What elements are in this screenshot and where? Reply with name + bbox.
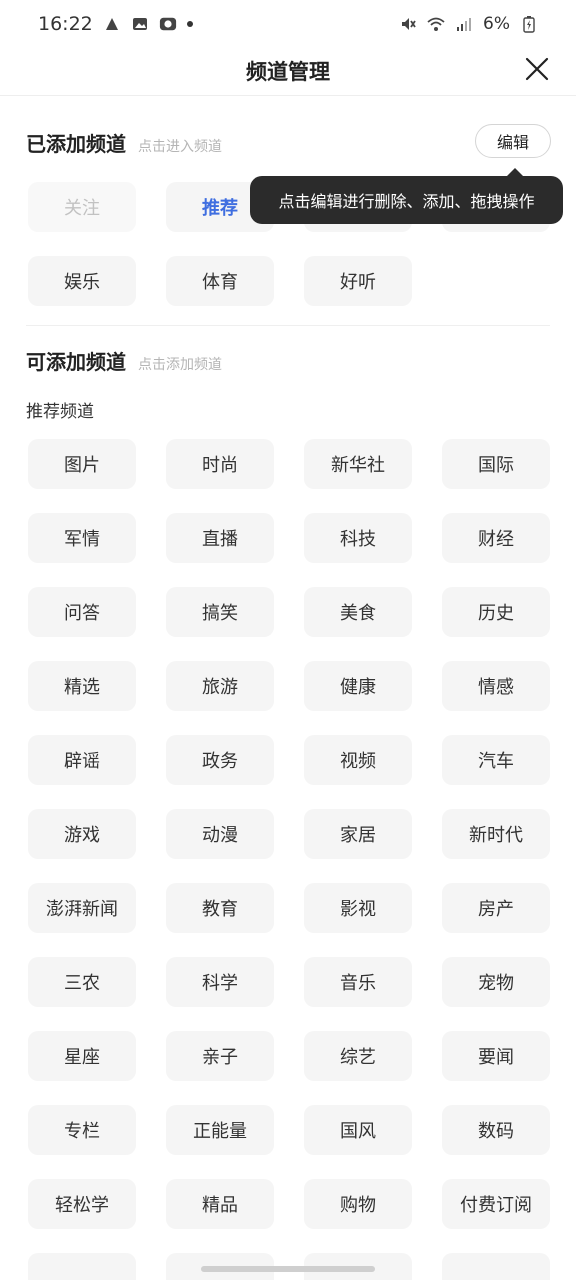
channel-chip[interactable]: 新华社 [304,439,412,489]
channel-chip[interactable]: 国际 [442,439,550,489]
channel-chip[interactable]: 要闻 [442,1031,550,1081]
edit-button[interactable]: 编辑 [475,124,551,158]
channel-chip[interactable]: 问答 [28,587,136,637]
channel-chip[interactable]: 综艺 [304,1031,412,1081]
channel-chip[interactable]: 政务 [166,735,274,785]
available-channels-hint: 点击添加频道 [138,357,222,373]
channel-chip[interactable]: 影视 [304,883,412,933]
added-channels-hint: 点击进入频道 [138,139,222,155]
channel-chip[interactable]: 数码 [442,1105,550,1155]
channel-chip[interactable]: 科技 [304,513,412,563]
close-icon [525,57,549,81]
channel-chip[interactable] [28,1253,136,1280]
header: 频道管理 [0,48,576,96]
channel-chip[interactable]: 音乐 [304,957,412,1007]
channel-chip[interactable]: 动漫 [166,809,274,859]
channel-chip[interactable]: 体育 [166,256,274,306]
channel-chip[interactable]: 付费订阅 [442,1179,550,1229]
channel-chip[interactable]: 辟谣 [28,735,136,785]
channel-chip[interactable]: 情感 [442,661,550,711]
channel-chip[interactable]: 教育 [166,883,274,933]
channel-chip[interactable]: 汽车 [442,735,550,785]
channel-chip[interactable]: 游戏 [28,809,136,859]
channel-chip[interactable] [442,1253,550,1280]
channel-chip[interactable]: 直播 [166,513,274,563]
available-channels-heading: 可添加频道 点击添加频道 [26,346,222,375]
channel-chip[interactable]: 宠物 [442,957,550,1007]
channel-chip[interactable]: 财经 [442,513,550,563]
notification-app-icon [105,18,118,30]
channel-chip[interactable]: 正能量 [166,1105,274,1155]
channel-chip[interactable]: 房产 [442,883,550,933]
channel-management-page: 16:22 6% 频道管理 已添加频道 点击进入频道 编辑 关注 推荐 娱乐 体… [0,0,576,1280]
status-bar: 16:22 6% [0,0,576,48]
page-title: 频道管理 [246,60,330,84]
available-channels-title: 可添加频道 [26,350,126,374]
channel-chip[interactable]: 搞笑 [166,587,274,637]
channel-chip[interactable]: 图片 [28,439,136,489]
channel-chip[interactable]: 历史 [442,587,550,637]
channel-chip[interactable]: 购物 [304,1179,412,1229]
channel-chip[interactable]: 专栏 [28,1105,136,1155]
channel-chip[interactable]: 澎湃新闻 [28,883,136,933]
channel-chip[interactable]: 健康 [304,661,412,711]
close-button[interactable] [522,54,552,84]
section-divider [26,325,550,326]
sina-app-icon [159,17,176,31]
channel-chip-follow: 关注 [28,182,136,232]
channel-chip[interactable]: 国风 [304,1105,412,1155]
channel-chip[interactable]: 新时代 [442,809,550,859]
channel-chip[interactable]: 视频 [304,735,412,785]
channel-chip[interactable]: 旅游 [166,661,274,711]
recommended-channels-subtitle: 推荐频道 [26,402,94,422]
channel-chip[interactable]: 军情 [28,513,136,563]
channel-chip[interactable]: 星座 [28,1031,136,1081]
recommended-channels-grid: 图片 时尚 新华社 国际军情 直播 科技 财经问答 搞笑 美食 历史精选 旅游 健康 情感辟谣 政务 视频汽… [28,439,550,1280]
status-time: 16:22 [38,13,93,35]
battery-charging-icon [523,16,535,33]
channel-chip[interactable]: 精选 [28,661,136,711]
gallery-icon [132,18,147,30]
channel-chip[interactable]: 亲子 [166,1031,274,1081]
channel-chip[interactable]: 娱乐 [28,256,136,306]
battery-percent: 6% [483,14,510,34]
channel-chip[interactable]: 轻松学 [28,1179,136,1229]
wifi-icon [427,17,445,31]
channel-chip[interactable]: 精品 [166,1179,274,1229]
channel-chip[interactable]: 好听 [304,256,412,306]
channel-chip[interactable]: 三农 [28,957,136,1007]
status-bar-right: 6% [399,14,538,34]
status-bar-left: 16:22 [38,13,193,35]
added-channels-title: 已添加频道 [26,132,126,156]
channel-chip[interactable]: 家居 [304,809,412,859]
channel-chip[interactable]: 美食 [304,587,412,637]
more-notifications-dot [186,21,193,27]
edit-tooltip: 点击编辑进行删除、添加、拖拽操作 [250,168,563,224]
mute-icon [402,18,416,30]
added-channels-heading: 已添加频道 点击进入频道 [26,128,222,157]
signal-icon [457,18,472,31]
home-indicator[interactable] [201,1266,375,1272]
channel-chip[interactable]: 科学 [166,957,274,1007]
channel-chip[interactable]: 时尚 [166,439,274,489]
